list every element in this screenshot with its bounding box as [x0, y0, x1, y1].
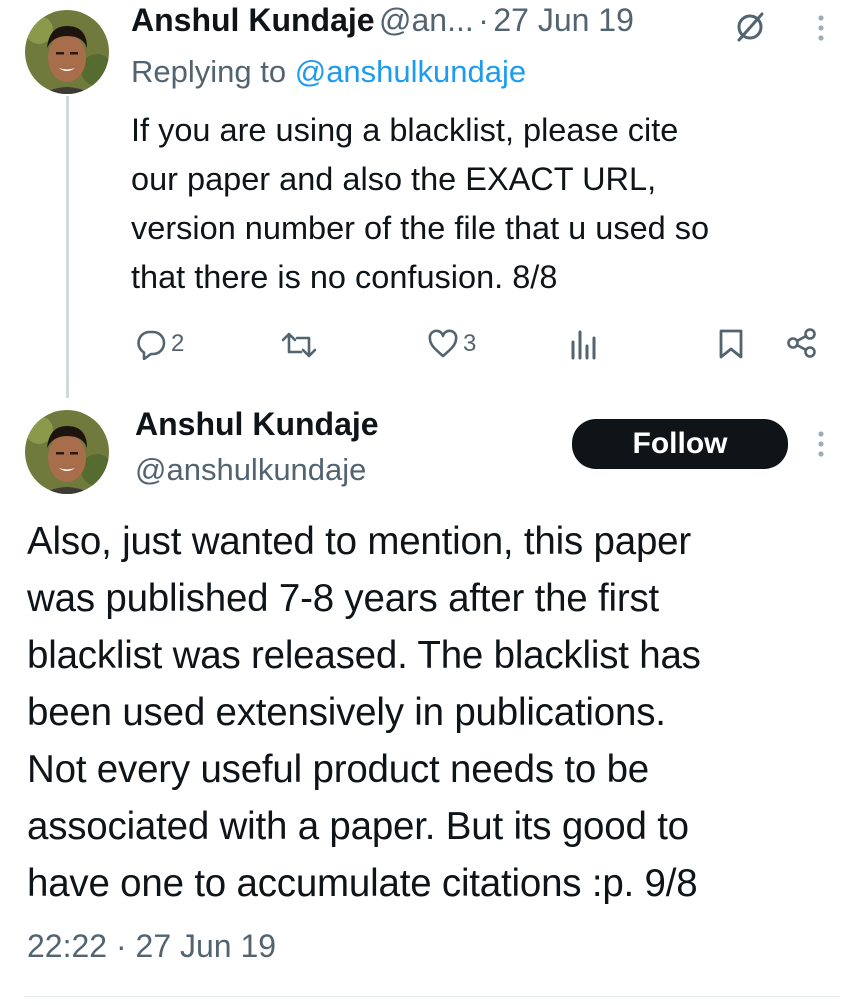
tweet-text-line: have one to accumulate citations :p. 9/8	[27, 862, 698, 905]
tweet-text-line: our paper and also the EXACT URL,	[131, 161, 657, 197]
avatar-image	[25, 410, 109, 494]
reply-icon	[137, 330, 166, 360]
tweet-date[interactable]: 27 Jun 19	[493, 2, 634, 38]
tweet-text-line: If you are using a blacklist, please cit…	[131, 112, 679, 148]
views-icon	[571, 330, 596, 360]
bookmark-button[interactable]	[718, 328, 744, 360]
replying-to-mention[interactable]: @anshulkundaje	[295, 54, 526, 89]
views-button[interactable]	[569, 328, 599, 360]
avatar[interactable]	[25, 410, 109, 494]
muted-icon[interactable]	[733, 10, 767, 49]
tweet-text-line: version number of the file that u used s…	[131, 210, 710, 246]
share-button[interactable]	[786, 327, 818, 359]
divider	[24, 996, 840, 997]
share-icon	[787, 328, 816, 358]
replying-to: Replying to @anshulkundaje	[131, 54, 526, 90]
tweet-text-line: Not every useful product needs to be	[27, 748, 650, 791]
author-handle[interactable]: @an...	[379, 2, 474, 38]
more-icon[interactable]	[816, 430, 826, 463]
tweet-text-line: that there is no confusion. 8/8	[131, 259, 558, 295]
separator-dot: ·	[115, 928, 127, 964]
tweet-text-line: associated with a paper. But its good to	[27, 805, 689, 848]
tweet-text: Also, just wanted to mention, this paper…	[27, 513, 847, 912]
tweet-text: If you are using a blacklist, please cit…	[131, 106, 851, 302]
replying-prefix: Replying to	[131, 54, 295, 89]
author-handle[interactable]: @anshulkundaje	[135, 452, 366, 488]
bookmark-icon	[719, 329, 743, 359]
more-icon[interactable]	[816, 14, 826, 47]
tweet-time: 22:22	[27, 928, 108, 964]
retweet-button[interactable]	[280, 330, 322, 360]
reply-button[interactable]: 2	[135, 328, 184, 360]
like-button[interactable]: 3	[427, 329, 476, 359]
avatar-image	[25, 10, 109, 94]
author-name[interactable]: Anshul Kundaje	[135, 406, 379, 443]
follow-button[interactable]: Follow	[572, 419, 788, 469]
like-count: 3	[463, 330, 477, 357]
tweet-text-line: been used extensively in publications.	[27, 691, 666, 734]
like-icon	[428, 329, 458, 358]
tweet-timestamp[interactable]: 22:22 · 27 Jun 19	[27, 928, 276, 965]
tweet-text-line: blacklist was released. The blacklist ha…	[27, 634, 701, 677]
tweet-text-line: Also, just wanted to mention, this paper	[27, 520, 691, 563]
separator-dot: ·	[478, 2, 489, 38]
author-name[interactable]: Anshul Kundaje	[131, 2, 375, 38]
avatar[interactable]	[25, 10, 109, 94]
action-bar: 2 3	[0, 322, 864, 366]
tweet-date: 27 Jun 19	[135, 928, 277, 964]
reply-count: 2	[171, 330, 185, 357]
tweet-text-line: was published 7-8 years after the first	[27, 577, 660, 620]
retweet-icon	[281, 332, 317, 358]
